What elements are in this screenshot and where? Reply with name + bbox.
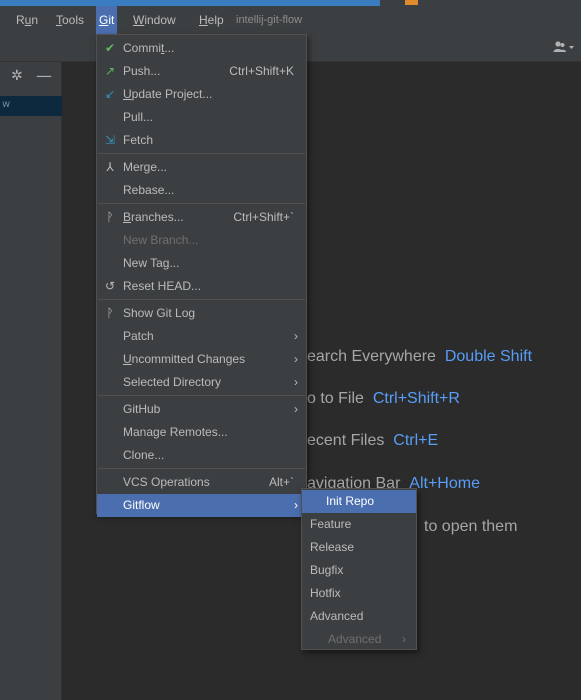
submenu-item-hotfix[interactable]: Hotfix <box>302 582 416 605</box>
menu-item-github[interactable]: GitHub › <box>97 398 306 421</box>
chevron-right-icon: › <box>294 375 298 389</box>
submenu-item-feature[interactable]: Feature <box>302 513 416 536</box>
user-dropdown-icon[interactable] <box>553 41 575 56</box>
menu-item-manage-remotes[interactable]: Manage Remotes... <box>97 421 306 444</box>
reset-icon: ↺ <box>104 279 116 293</box>
branch-icon: ᚹ <box>106 210 114 224</box>
menu-item-update-project[interactable]: ↙ Update Project... <box>97 83 306 106</box>
fetch-icon: ⇲ <box>104 133 116 147</box>
hint-drop-files: to open them <box>424 518 518 535</box>
menu-item-merge[interactable]: ⅄ Merge... <box>97 156 306 179</box>
submenu-item-release[interactable]: Release <box>302 536 416 559</box>
chevron-right-icon: › <box>294 498 298 512</box>
menu-item-uncommitted-changes[interactable]: Uncommitted Changes › <box>97 348 306 371</box>
menu-item-commit[interactable]: ✔ Commit... <box>97 37 306 60</box>
check-icon: ✔ <box>104 41 116 55</box>
menu-help[interactable]: Help <box>199 6 224 34</box>
menu-item-fetch[interactable]: ⇲ Fetch <box>97 129 306 152</box>
menu-separator <box>98 203 305 204</box>
menu-item-pull[interactable]: Pull... <box>97 106 306 129</box>
menu-item-push[interactable]: ↗ Push... Ctrl+Shift+K <box>97 60 306 83</box>
gitflow-submenu: Init Repo Feature Release Bugfix Hotfix … <box>301 488 417 650</box>
selected-tree-node[interactable]: w <box>0 96 62 116</box>
menu-item-new-tag[interactable]: New Tag... <box>97 252 306 275</box>
menu-run[interactable]: Run <box>16 6 38 34</box>
menu-separator <box>98 299 305 300</box>
chevron-right-icon: › <box>294 402 298 416</box>
menu-tools[interactable]: Tools <box>56 6 84 34</box>
hint-go-to-file: o to File Ctrl+Shift+R <box>307 390 460 407</box>
git-log-icon: ᚹ <box>106 306 114 320</box>
menu-separator <box>98 395 305 396</box>
hint-recent-files: ecent Files Ctrl+E <box>307 432 439 449</box>
chevron-right-icon: › <box>294 352 298 366</box>
menu-item-patch[interactable]: Patch › <box>97 325 306 348</box>
menu-item-vcs-operations[interactable]: VCS Operations Alt+` <box>97 471 306 494</box>
submenu-item-bugfix[interactable]: Bugfix <box>302 559 416 582</box>
update-arrow-icon: ↙ <box>104 87 116 101</box>
menu-item-new-branch: New Branch... <box>123 233 199 247</box>
push-arrow-icon: ↗ <box>104 64 116 78</box>
menu-item-rebase[interactable]: Rebase... <box>97 179 306 202</box>
submenu-item-advanced[interactable]: Advanced <box>302 605 416 628</box>
submenu-item-advanced-disabled: Advanced › <box>302 628 416 651</box>
chevron-right-icon: › <box>402 632 406 646</box>
gear-icon[interactable]: ✲ <box>11 68 23 84</box>
menu-item-reset-head[interactable]: ↺ Reset HEAD... <box>97 275 306 298</box>
menu-git[interactable]: Git <box>96 6 118 34</box>
window-icon <box>405 0 418 5</box>
menu-item-gitflow[interactable]: Gitflow › <box>97 494 306 517</box>
project-panel: ✲ — w <box>0 62 62 700</box>
menu-item-show-git-log[interactable]: ᚹ Show Git Log <box>97 302 306 325</box>
hint-search-everywhere: earch Everywhere Double Shift <box>307 348 533 365</box>
project-title: intellij-git-flow <box>236 14 303 26</box>
merge-icon: ⅄ <box>106 160 114 174</box>
menu-item-clone[interactable]: Clone... <box>97 444 306 467</box>
main-menubar: Run Tools Git Window Help intellij-git-f… <box>0 6 581 34</box>
panel-header: ✲ — <box>8 62 62 90</box>
chevron-right-icon: › <box>294 329 298 343</box>
menu-item-branches[interactable]: ᚹ Branches... Ctrl+Shift+` <box>97 206 306 229</box>
menu-separator <box>98 468 305 469</box>
minimize-icon[interactable]: — <box>36 66 52 85</box>
submenu-item-init-repo[interactable]: Init Repo <box>302 490 416 513</box>
menu-separator <box>98 153 305 154</box>
menu-window[interactable]: Window <box>133 6 176 34</box>
menu-item-selected-directory[interactable]: Selected Directory › <box>97 371 306 394</box>
tool-window-strip <box>0 62 8 700</box>
git-menu-dropdown: ✔ Commit... ↗ Push... Ctrl+Shift+K ↙ Update … <box>96 34 307 517</box>
